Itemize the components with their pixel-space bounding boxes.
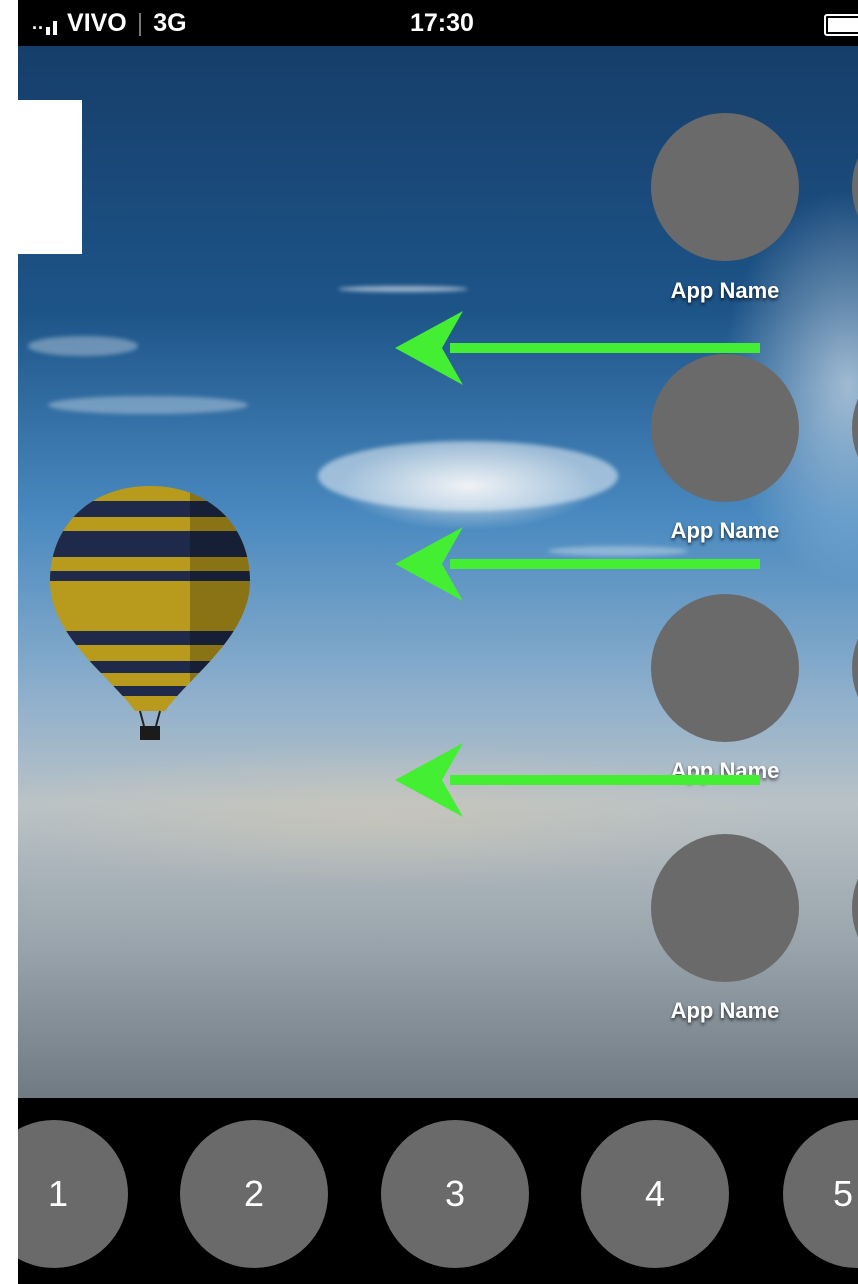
signal-bars-icon [46,13,58,35]
dock: 1 2 3 4 5 [18,1098,858,1284]
signal-dots: .. [32,13,45,33]
dock-item-label: 2 [243,1173,265,1214]
hot-air-balloon-image [50,486,250,740]
status-left: .. VIVO | 3G [32,9,187,38]
status-time: 17:30 [410,9,474,37]
dock-item-label: 5 [833,1173,854,1214]
dock-item-2[interactable]: 2 [180,1120,328,1268]
dock-item-label: 4 [644,1173,666,1214]
app-icon[interactable] [651,113,799,261]
dock-item-4[interactable]: 4 [581,1120,729,1268]
carrier-name: VIVO [67,9,127,37]
app-label: App Name [670,278,780,303]
white-panel [18,100,82,254]
status-separator: | [136,9,144,37]
network-type: 3G [153,9,187,37]
battery-icon [824,14,858,36]
swipe-left-arrow-icon [395,527,760,601]
dock-item-5[interactable]: 5 [783,1120,858,1268]
cloud [318,441,618,511]
dock-item-label: 1 [47,1173,68,1214]
status-bar: .. VIVO | 3G 17:30 [18,0,858,46]
swipe-left-arrow-icon [395,743,760,817]
dock-item-label: 3 [444,1173,466,1214]
app-label: App Name [670,998,780,1023]
dock-item-1[interactable]: 1 [18,1120,128,1268]
cloud [338,286,468,292]
app-icon[interactable] [651,594,799,742]
phone-screen: .. VIVO | 3G 17:30 App Name App Name App… [18,0,858,1284]
app-icon[interactable] [651,834,799,982]
dock-item-3[interactable]: 3 [381,1120,529,1268]
swipe-left-arrow-icon [395,311,760,385]
cloud [28,336,138,356]
cloud [48,396,248,414]
